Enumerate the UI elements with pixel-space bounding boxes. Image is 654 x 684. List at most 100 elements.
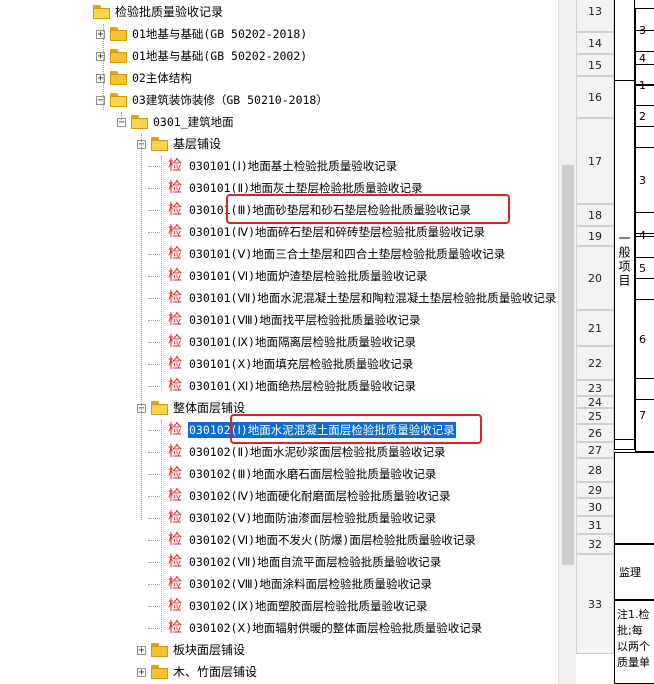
tree-node-label: 030101(Ⅵ)地面炉渣垫层检验批质量验收记录: [189, 269, 428, 283]
tree-leaf-node[interactable]: 检 030101(Ⅳ)地面碎石垫层和碎砖垫层检验批质量验收记录: [152, 221, 486, 243]
tree-node-label: 030101(Ⅰ)地面基土检验批质量验收记录: [189, 159, 398, 173]
check-record-icon: 检: [168, 444, 182, 460]
tree-folder-node[interactable]: −03建筑装饰装修（GB 50210-2018）: [96, 89, 329, 111]
sheet-row-number[interactable]: 29: [576, 482, 614, 498]
tree-node-label: 基层铺设: [173, 137, 222, 151]
check-record-icon: 检: [168, 268, 182, 284]
template-tree-panel[interactable]: 检验批质量验收记录 +01地基与基础(GB 50202-2018) +01地基与基础…: [0, 0, 558, 684]
spreadsheet-preview: 13 14 15 16 17 18 19 20 21 22 23 24 25 26 27 28 29 30 31 32…: [576, 0, 654, 684]
folder-open-icon: [150, 401, 170, 415]
tree-node-label: 030101(Ⅹ)地面填充层检验批质量验收记录: [189, 357, 414, 371]
note-cell: 注1.检批;每以两个质量单: [614, 600, 654, 684]
expand-toggle-icon[interactable]: +: [137, 667, 146, 677]
tree-node-label: 01地基与基础(GB 50202-2018): [132, 27, 308, 41]
check-record-icon: 检: [168, 356, 182, 372]
tree-leaf-node[interactable]: 检 030102(Ⅸ)地面塑胶面层检验批质量验收记录: [152, 595, 428, 617]
tree-leaf-node[interactable]: 检 030101(Ⅴ)地面三合土垫层和四合土垫层检验批质量验收记录: [152, 243, 506, 265]
sheet-row-number[interactable]: 15: [576, 54, 614, 76]
check-record-icon: 检: [168, 576, 182, 592]
sheet-row-number[interactable]: 27: [576, 442, 614, 458]
sheet-row-number[interactable]: 25: [576, 408, 614, 424]
tree-vertical-scrollbar[interactable]: [558, 0, 577, 684]
sheet-row-number[interactable]: 16: [576, 76, 614, 118]
folder-icon: [109, 71, 129, 85]
check-record-icon: 检: [168, 202, 182, 218]
vertical-label-cell: 一般项目: [614, 80, 635, 440]
sheet-row-number[interactable]: 32: [576, 534, 614, 554]
tree-folder-node[interactable]: +01地基与基础(GB 50202-2002): [96, 45, 308, 67]
check-record-icon: 检: [168, 158, 182, 174]
sheet-cell: [614, 452, 654, 544]
tree-node-label: 030101(Ⅴ)地面三合土垫层和四合土垫层检验批质量验收记录: [189, 247, 506, 261]
tree-folder-node[interactable]: +02主体结构: [96, 67, 193, 89]
folder-icon: [150, 665, 170, 679]
tree-connector: [161, 420, 162, 632]
check-record-icon: 检: [168, 290, 182, 306]
sheet-row-number[interactable]: 13: [576, 0, 614, 32]
sheet-row-number[interactable]: 20: [576, 246, 614, 310]
tree-leaf-node[interactable]: 检 030102(Ⅹ)地面辐射供暖的整体面层检验批质量验收记录: [152, 617, 483, 639]
sheet-row-number[interactable]: 21: [576, 310, 614, 346]
sheet-row-number[interactable]: 23: [576, 380, 614, 396]
sheet-row-number[interactable]: 17: [576, 118, 614, 204]
tree-folder-node[interactable]: + 木、竹面层铺设: [137, 661, 258, 683]
annotation-red-box: [226, 194, 510, 224]
tree-node-label: 03建筑装饰装修（GB 50210-2018）: [132, 93, 328, 107]
folder-open-icon: [130, 115, 150, 129]
tree-folder-node[interactable]: − 基层铺设: [137, 133, 222, 155]
check-record-icon: 检: [168, 488, 182, 504]
tree-folder-node[interactable]: −0301_建筑地面: [117, 111, 235, 133]
tree-leaf-node[interactable]: 检 030102(Ⅷ)地面涂料面层检验批质量验收记录: [152, 573, 433, 595]
tree-node-label: 030102(Ⅳ)地面硬化耐磨面层检验批质量验收记录: [189, 489, 451, 503]
sheet-row-number[interactable]: 24: [576, 396, 614, 409]
folder-open-icon: [92, 5, 112, 19]
sheet-row-number[interactable]: 14: [576, 32, 614, 54]
tree-node-label: 检验批质量验收记录: [115, 5, 224, 19]
check-record-icon: 检: [168, 554, 182, 570]
tree-folder-node[interactable]: 检验批质量验收记录: [92, 1, 224, 23]
tree-leaf-node[interactable]: 检 030101(Ⅺ)地面绝热层检验批质量验收记录: [152, 375, 417, 397]
sheet-row-number[interactable]: 22: [576, 346, 614, 380]
tree-folder-node[interactable]: + 板块面层铺设: [137, 639, 246, 661]
check-record-icon: 检: [168, 598, 182, 614]
sheet-row-number[interactable]: 33: [576, 554, 614, 654]
tree-leaf-node[interactable]: 检 030102(Ⅵ)地面不发火(防爆)面层检验批质量验收记录: [152, 529, 477, 551]
tree-connector: [121, 112, 122, 120]
sheet-row-number[interactable]: 28: [576, 458, 614, 482]
tree-leaf-node[interactable]: 检 030102(Ⅳ)地面硬化耐磨面层检验批质量验收记录: [152, 485, 452, 507]
expand-toggle-icon[interactable]: +: [137, 645, 146, 655]
tree-node-label: 030102(Ⅸ)地面塑胶面层检验批质量验收记录: [189, 599, 428, 613]
check-record-icon: 检: [168, 466, 182, 482]
folder-open-icon: [150, 137, 170, 151]
tree-node-label: 030102(Ⅵ)地面不发火(防爆)面层检验批质量验收记录: [189, 533, 476, 547]
tree-leaf-node[interactable]: 检 030101(Ⅹ)地面填充层检验批质量验收记录: [152, 353, 414, 375]
check-record-icon: 检: [168, 246, 182, 262]
tree-node-label: 板块面层铺设: [173, 643, 246, 657]
tree-leaf-node[interactable]: 检 030102(Ⅱ)地面水泥砂浆面层检验批质量验收记录: [152, 441, 447, 463]
tree-node-label: 030102(Ⅱ)地面水泥砂浆面层检验批质量验收记录: [189, 445, 446, 459]
scrollbar-thumb[interactable]: [562, 165, 574, 565]
tree-node-label: 030102(Ⅷ)地面涂料面层检验批质量验收记录: [189, 577, 433, 591]
check-record-icon: 检: [168, 334, 182, 350]
tree-leaf-node[interactable]: 检 030102(Ⅲ)地面水磨石面层检验批质量验收记录: [152, 463, 437, 485]
tree-folder-node[interactable]: +01地基与基础(GB 50202-2018): [96, 23, 308, 45]
sheet-row-number[interactable]: 31: [576, 516, 614, 534]
check-record-icon: 检: [168, 422, 182, 438]
sheet-row-number[interactable]: 18: [576, 204, 614, 226]
folder-open-icon: [109, 93, 129, 107]
tree-leaf-node[interactable]: 检 030101(Ⅵ)地面炉渣垫层检验批质量验收记录: [152, 265, 429, 287]
sheet-row-number[interactable]: 19: [576, 226, 614, 246]
tree-leaf-node[interactable]: 检 030101(Ⅶ)地面水泥混凝土垫层和陶粒混凝土垫层检验批质量验收记录: [152, 287, 557, 309]
tree-leaf-node[interactable]: 检 030101(Ⅷ)地面找平层检验批质量验收记录: [152, 309, 422, 331]
sheet-row-number[interactable]: 30: [576, 498, 614, 516]
tree-leaf-node[interactable]: 检 030102(Ⅶ)地面自流平面层检验批质量验收记录: [152, 551, 442, 573]
tree-node-label: 030101(Ⅺ)地面绝热层检验批质量验收记录: [189, 379, 417, 393]
tree-leaf-node[interactable]: 检 030102(Ⅴ)地面防油渗面层检验批质量验收记录: [152, 507, 437, 529]
tree-node-label: 01地基与基础(GB 50202-2002): [132, 49, 308, 63]
tree-connector: [161, 156, 162, 390]
tree-leaf-node[interactable]: 检 030101(Ⅰ)地面基土检验批质量验收记录: [152, 155, 398, 177]
check-record-icon: 检: [168, 620, 182, 636]
tree-leaf-node[interactable]: 检 030101(Ⅸ)地面隔离层检验批质量验收记录: [152, 331, 417, 353]
sheet-row-number[interactable]: 26: [576, 424, 614, 442]
tree-connector: [141, 134, 142, 520]
